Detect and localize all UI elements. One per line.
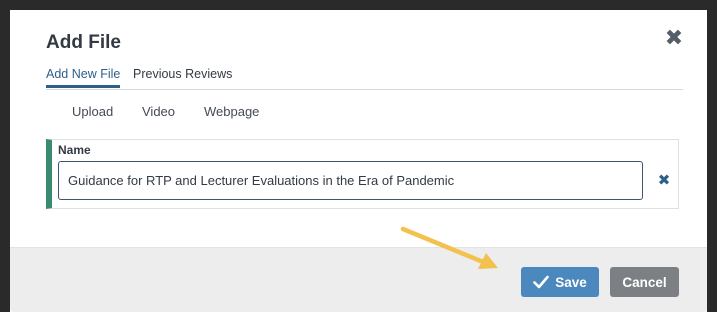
backdrop-left [0,0,10,312]
add-file-dialog: Add File ✖ Add New File Previous Reviews… [10,10,707,312]
name-input[interactable] [58,161,643,200]
cancel-label: Cancel [622,274,667,290]
name-field-card: Name ✖ [46,139,679,209]
subtab-upload[interactable]: Upload [72,104,113,119]
name-label: Name [58,143,91,157]
subtab-video[interactable]: Video [142,104,175,119]
save-label: Save [555,274,587,290]
clear-icon[interactable]: ✖ [656,173,672,189]
dialog-title: Add File [46,32,121,53]
tab-add-new-file[interactable]: Add New File [46,67,121,88]
backdrop-right [707,0,717,312]
save-button[interactable]: Save [521,267,599,297]
tab-previous-reviews[interactable]: Previous Reviews [133,67,232,85]
tab-bar: Add New File Previous Reviews [46,67,683,90]
check-icon [533,275,550,289]
dialog-footer: Save Cancel [10,247,707,312]
close-icon[interactable]: ✖ [662,26,686,50]
subtab-webpage[interactable]: Webpage [204,104,259,119]
cancel-button[interactable]: Cancel [610,267,679,297]
backdrop [0,0,717,10]
